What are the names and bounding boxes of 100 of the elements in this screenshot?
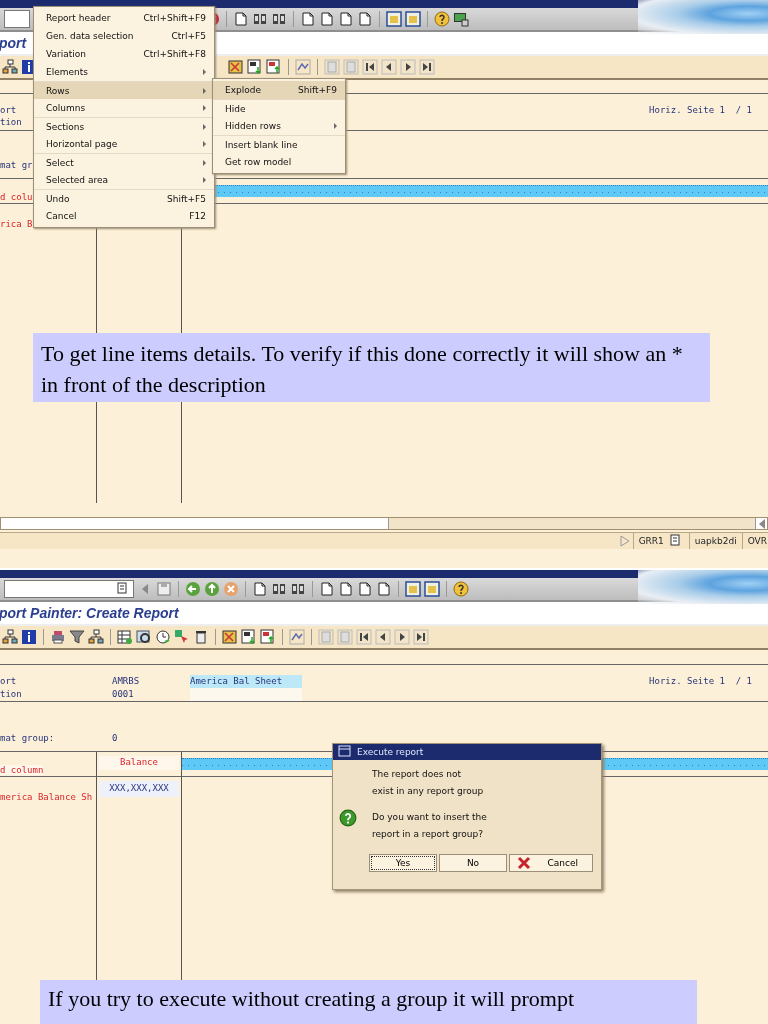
hierarchy-icon[interactable]: [2, 629, 18, 645]
printer-icon[interactable]: [50, 629, 66, 645]
column-header: d column: [0, 765, 44, 775]
menu-item[interactable]: Get row model: [213, 153, 345, 171]
submenu-arrow-icon: [203, 123, 206, 130]
row-label: rica B: [0, 219, 33, 229]
command-field[interactable]: [4, 580, 134, 598]
description-field[interactable]: America Bal Sheet: [190, 675, 302, 688]
submenu-arrow-icon: [203, 177, 206, 183]
header-value: 0001: [112, 688, 135, 701]
previous-page-icon[interactable]: [375, 629, 391, 645]
next-page-icon[interactable]: [394, 629, 410, 645]
back-icon[interactable]: [185, 581, 201, 597]
header-label: tion: [0, 688, 23, 701]
menu-item[interactable]: Hidden rows: [213, 117, 345, 135]
submenu-arrow-icon: [203, 141, 206, 147]
cancel-icon: [516, 855, 532, 871]
first-page-icon[interactable]: [356, 629, 372, 645]
page-icon[interactable]: [233, 11, 249, 27]
hierarchy-icon[interactable]: [88, 629, 104, 645]
trash-icon[interactable]: [193, 629, 209, 645]
window-icon[interactable]: [405, 581, 421, 597]
caption: To get line items details. To verify if this done correctly it will show an * in front of the description: [33, 333, 710, 402]
header-label: ort: [0, 104, 18, 116]
menu-item[interactable]: Cancel F12: [34, 207, 214, 225]
page-indicator: Horiz. Seite 1 / 1: [649, 675, 752, 688]
dialog-question: Do you want to insert the: [372, 811, 488, 824]
filter-icon[interactable]: [69, 629, 85, 645]
command-field[interactable]: [4, 10, 30, 28]
menu-item[interactable]: Elements: [34, 63, 214, 81]
first-page-icon[interactable]: [362, 59, 378, 75]
column-header: Balance: [99, 756, 179, 770]
menu-item[interactable]: Undo Shift+F5: [34, 189, 214, 207]
menu-item[interactable]: Insert blank line: [213, 135, 345, 153]
table-icon[interactable]: [117, 629, 133, 645]
input-mode: OVR: [747, 536, 767, 546]
page-icon[interactable]: [319, 581, 335, 597]
magnifier-icon[interactable]: [136, 629, 152, 645]
submenu-arrow-icon: [203, 105, 206, 111]
next-page-icon[interactable]: [400, 59, 416, 75]
last-page-icon[interactable]: [413, 629, 429, 645]
question-icon: [339, 809, 357, 827]
dialog-title: Execute report: [357, 747, 424, 757]
dialog-button[interactable]: No: [439, 854, 507, 872]
binoculars-icon[interactable]: [252, 11, 268, 27]
menu-item[interactable]: Report header Ctrl+Shift+F9: [34, 9, 214, 27]
format-value: 0: [112, 731, 118, 745]
binoculars-icon[interactable]: [271, 11, 287, 27]
server-name: uapkb2di: [694, 536, 737, 546]
page-indicator: Horiz. Seite 1 / 1: [649, 104, 752, 117]
window-icon[interactable]: [405, 11, 421, 27]
submenu-arrow-icon: [203, 159, 206, 166]
page-icon[interactable]: [376, 581, 392, 597]
help-icon[interactable]: [453, 581, 469, 597]
page-icon[interactable]: [319, 11, 335, 27]
download-icon[interactable]: [247, 59, 263, 75]
scrollbar-thumb[interactable]: [1, 518, 389, 529]
clock-icon[interactable]: [155, 629, 171, 645]
page-icon[interactable]: [300, 11, 316, 27]
help-icon[interactable]: [434, 11, 450, 27]
page-icon[interactable]: [357, 581, 373, 597]
dialog-button[interactable]: Yes: [369, 854, 437, 872]
row-label: merica Balance Sh: [0, 792, 93, 802]
page-icon[interactable]: [357, 11, 373, 27]
upload-icon[interactable]: [260, 629, 276, 645]
download-icon[interactable]: [241, 629, 257, 645]
header-value: AMRBS: [112, 675, 141, 688]
cell-value: XXX,XXX,XXX: [99, 781, 179, 797]
dialog-message: The report does not: [372, 768, 462, 781]
last-page-icon[interactable]: [419, 59, 435, 75]
page-icon[interactable]: [338, 11, 354, 27]
header-label: ort: [0, 675, 18, 688]
menu-item[interactable]: Columns: [34, 99, 214, 117]
menu-item[interactable]: Variation Ctrl+Shift+F8: [34, 45, 214, 63]
dialog-message: exist in any report group: [372, 785, 485, 798]
monitor-icon[interactable]: [453, 11, 469, 27]
window-icon[interactable]: [424, 581, 440, 597]
cursor-icon[interactable]: [174, 629, 190, 645]
caption: If you try to execute without creating a group it will prompt: [40, 980, 697, 1024]
window-icon: [337, 744, 353, 760]
menu-item[interactable]: Explode Shift+F9: [213, 81, 345, 99]
page-icon[interactable]: [252, 581, 268, 597]
system-name: GRR1: [638, 536, 664, 546]
menu-item[interactable]: Rows: [34, 81, 214, 99]
info-icon[interactable]: [21, 629, 37, 645]
menu-item[interactable]: Horizontal page: [34, 135, 214, 153]
window-icon[interactable]: [386, 11, 402, 27]
cancel-button[interactable]: Cancel: [509, 854, 593, 872]
binoculars-icon[interactable]: [271, 581, 287, 597]
description-field[interactable]: [190, 688, 302, 701]
submenu-arrow-icon: [203, 87, 206, 94]
upload-icon[interactable]: [266, 59, 282, 75]
binoculars-icon[interactable]: [290, 581, 306, 597]
page-icon[interactable]: [338, 581, 354, 597]
menu-item[interactable]: Selected area: [34, 171, 214, 189]
submenu-arrow-icon: [334, 123, 337, 129]
menu-item[interactable]: Hide: [213, 99, 345, 117]
menu-item[interactable]: Gen. data selection Ctrl+F5: [34, 27, 214, 45]
hierarchy-icon[interactable]: [2, 59, 18, 75]
previous-page-icon[interactable]: [381, 59, 397, 75]
